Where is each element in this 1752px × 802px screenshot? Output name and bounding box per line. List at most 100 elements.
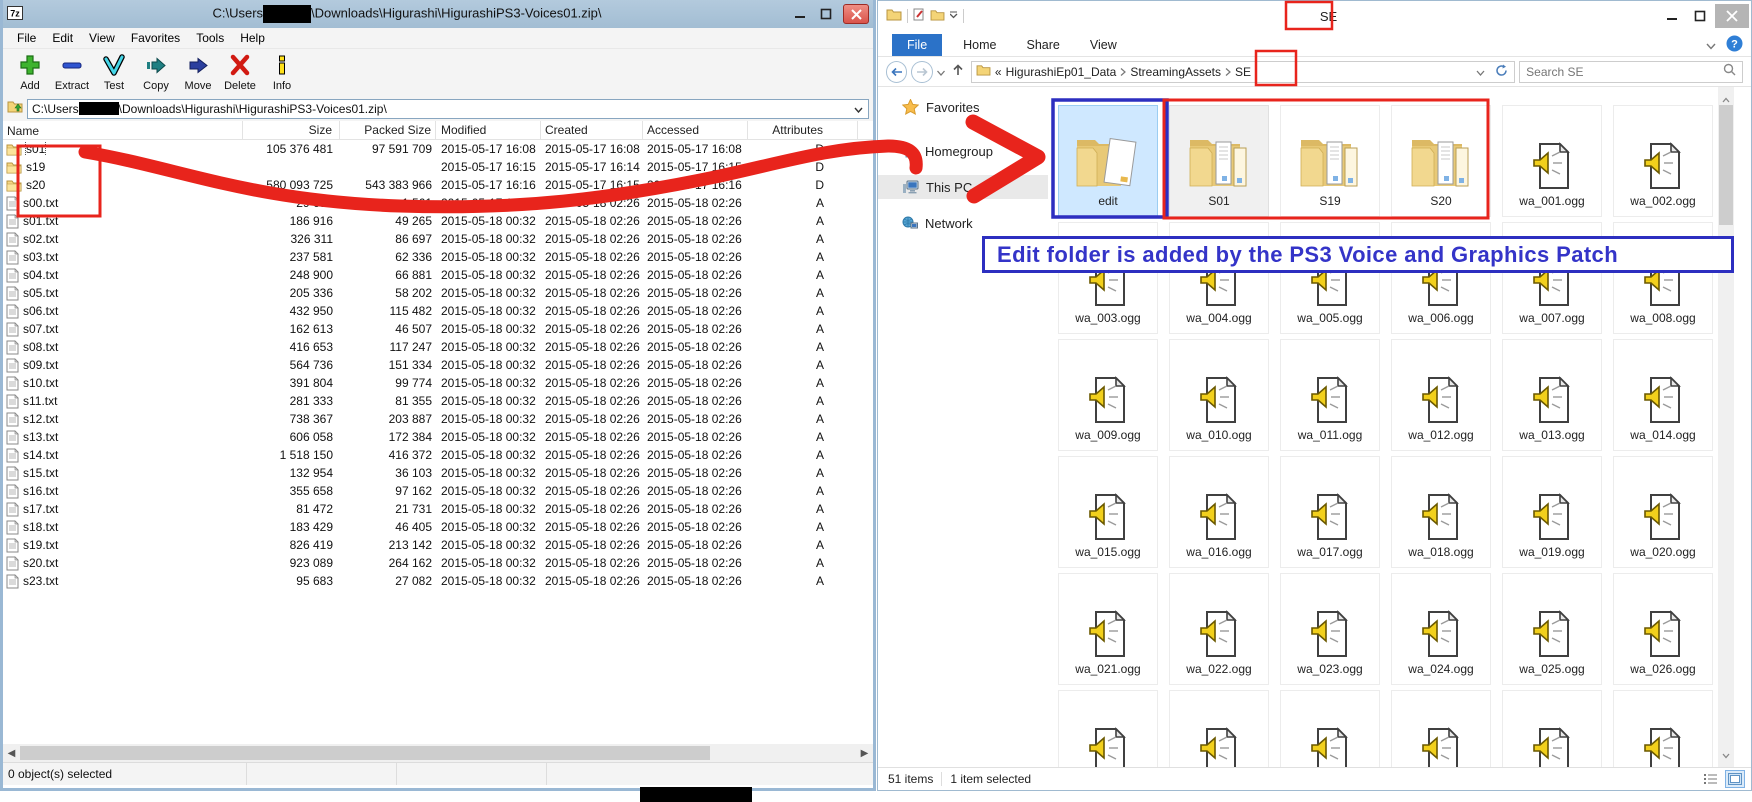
table-row[interactable]: s02.txt326 31186 6972015-05-18 00:322015… <box>3 230 873 248</box>
delete-button[interactable]: Delete <box>219 49 261 96</box>
refresh-icon[interactable] <box>1489 64 1514 80</box>
folder-up-icon[interactable] <box>7 99 23 118</box>
file-item[interactable]: wa_025.ogg <box>1502 573 1602 685</box>
recent-locations-icon[interactable] <box>937 63 945 81</box>
menu-item-help[interactable]: Help <box>232 29 273 47</box>
table-row[interactable]: s04.txt248 90066 8812015-05-18 00:322015… <box>3 266 873 284</box>
file-item[interactable] <box>1502 690 1602 767</box>
table-row[interactable]: s09.txt564 736151 3342015-05-18 00:32201… <box>3 356 873 374</box>
table-row[interactable]: s23.txt95 68327 0822015-05-18 00:322015-… <box>3 572 873 590</box>
table-row[interactable]: s12.txt738 367203 8872015-05-18 00:32201… <box>3 410 873 428</box>
table-row[interactable]: s20.txt923 089264 1622015-05-18 00:32201… <box>3 554 873 572</box>
file-item[interactable]: wa_016.ogg <box>1169 456 1269 568</box>
table-row[interactable]: s03.txt237 58162 3362015-05-18 00:322015… <box>3 248 873 266</box>
sidebar-item-this-pc[interactable]: This PC <box>878 175 1048 199</box>
menu-item-file[interactable]: File <box>9 29 44 47</box>
table-row[interactable]: s20580 093 725543 383 9662015-05-17 16:1… <box>3 176 873 194</box>
table-row[interactable]: s19.txt826 419213 1422015-05-18 00:32201… <box>3 536 873 554</box>
table-row[interactable]: s01105 376 48197 591 7092015-05-17 16:08… <box>3 140 873 158</box>
file-item[interactable]: wa_013.ogg <box>1502 339 1602 451</box>
file-item[interactable]: wa_023.ogg <box>1280 573 1380 685</box>
scroll-right-icon[interactable]: ▶ <box>856 748 873 759</box>
scrollbar-thumb[interactable] <box>20 746 710 760</box>
file-item[interactable]: wa_011.ogg <box>1280 339 1380 451</box>
file-item[interactable]: wa_026.ogg <box>1613 573 1713 685</box>
file-item[interactable] <box>1058 690 1158 767</box>
back-button[interactable] <box>886 61 907 83</box>
column-header-acc[interactable]: Accessed <box>643 121 748 139</box>
file-item[interactable]: wa_002.ogg <box>1613 105 1713 217</box>
menu-item-tools[interactable]: Tools <box>188 29 232 47</box>
address-dropdown-icon[interactable] <box>1476 65 1485 79</box>
table-row[interactable]: s17.txt81 47221 7312015-05-18 00:322015-… <box>3 500 873 518</box>
info-button[interactable]: Info <box>261 49 303 96</box>
file-item[interactable] <box>1169 690 1269 767</box>
file-item[interactable]: wa_012.ogg <box>1391 339 1491 451</box>
table-row[interactable]: s05.txt205 33658 2022015-05-18 00:322015… <box>3 284 873 302</box>
vertical-scrollbar[interactable] <box>1718 87 1734 767</box>
up-button[interactable] <box>949 63 967 81</box>
copy-button[interactable]: Copy <box>135 49 177 96</box>
table-row[interactable]: s10.txt391 80499 7742015-05-18 00:322015… <box>3 374 873 392</box>
tab-share[interactable]: Share <box>1012 34 1075 56</box>
folder-item[interactable]: S19 <box>1280 105 1380 217</box>
maximize-button[interactable] <box>813 4 839 24</box>
scroll-down-icon[interactable] <box>1722 746 1730 767</box>
table-row[interactable]: s192015-05-17 16:152015-05-17 16:142015-… <box>3 158 873 176</box>
column-header-mod[interactable]: Modified <box>436 121 541 139</box>
column-header-cre[interactable]: Created <box>541 121 643 139</box>
maximize-button[interactable] <box>1687 6 1713 26</box>
address-combobox[interactable]: C:\Users\Downloads\Higurashi\HigurashiPS… <box>27 99 869 119</box>
details-view-icon[interactable] <box>1701 770 1721 788</box>
breadcrumb-item[interactable]: StreamingAssets <box>1130 65 1221 79</box>
qat-customize-icon[interactable] <box>950 9 958 24</box>
properties-icon[interactable] <box>913 8 925 24</box>
table-row[interactable]: s08.txt416 653117 2472015-05-18 00:32201… <box>3 338 873 356</box>
table-row[interactable]: s15.txt132 95436 1032015-05-18 00:322015… <box>3 464 873 482</box>
table-row[interactable]: s13.txt606 058172 3842015-05-18 00:32201… <box>3 428 873 446</box>
test-button[interactable]: Test <box>93 49 135 96</box>
file-item[interactable]: wa_009.ogg <box>1058 339 1158 451</box>
search-input[interactable] <box>1526 65 1723 79</box>
move-button[interactable]: Move <box>177 49 219 96</box>
table-row[interactable]: s01.txt186 91649 2652015-05-18 00:322015… <box>3 212 873 230</box>
close-button[interactable] <box>1715 4 1749 28</box>
table-row[interactable]: s07.txt162 61346 5072015-05-18 00:322015… <box>3 320 873 338</box>
file-item[interactable]: wa_020.ogg <box>1613 456 1713 568</box>
file-item[interactable]: wa_019.ogg <box>1502 456 1602 568</box>
help-icon[interactable]: ? <box>1726 35 1743 57</box>
forward-button[interactable] <box>911 61 932 83</box>
minimize-button[interactable] <box>1659 6 1685 26</box>
breadcrumb-item[interactable]: HigurashiEp01_Data <box>1006 65 1117 79</box>
column-header-size[interactable]: Size <box>243 121 340 139</box>
file-item[interactable]: wa_001.ogg <box>1502 105 1602 217</box>
menu-item-view[interactable]: View <box>81 29 123 47</box>
tab-file[interactable]: File <box>892 34 942 56</box>
folder-item[interactable]: S20 <box>1391 105 1491 217</box>
scrollbar-thumb[interactable] <box>1719 105 1733 225</box>
table-row[interactable]: s16.txt355 65897 1622015-05-18 00:322015… <box>3 482 873 500</box>
search-box[interactable] <box>1519 61 1743 83</box>
file-item[interactable]: wa_018.ogg <box>1391 456 1491 568</box>
column-header-name[interactable]: Name <box>3 121 243 139</box>
minimize-button[interactable] <box>787 4 813 24</box>
breadcrumb[interactable]: «HigurashiEp01_DataStreamingAssetsSE <box>971 61 1515 83</box>
file-item[interactable] <box>1613 690 1713 767</box>
horizontal-scrollbar[interactable]: ◀ ▶ <box>3 744 873 762</box>
file-item[interactable]: wa_021.ogg <box>1058 573 1158 685</box>
table-row[interactable]: s06.txt432 950115 4822015-05-18 00:32201… <box>3 302 873 320</box>
file-item[interactable]: wa_024.ogg <box>1391 573 1491 685</box>
folder-icon[interactable] <box>886 8 902 24</box>
sidebar-item-network[interactable]: Network <box>878 211 1048 235</box>
search-icon[interactable] <box>1723 63 1736 81</box>
sidebar-item-favorites[interactable]: Favorites <box>878 95 1048 119</box>
scroll-left-icon[interactable]: ◀ <box>3 748 20 759</box>
table-row[interactable]: s11.txt281 33381 3552015-05-18 00:322015… <box>3 392 873 410</box>
file-item[interactable]: wa_017.ogg <box>1280 456 1380 568</box>
folder-item[interactable]: edit <box>1058 105 1158 217</box>
table-row[interactable]: s14.txt1 518 150416 3722015-05-18 00:322… <box>3 446 873 464</box>
file-item[interactable]: wa_015.ogg <box>1058 456 1158 568</box>
column-header-packed[interactable]: Packed Size <box>340 121 436 139</box>
tab-home[interactable]: Home <box>948 34 1011 56</box>
file-item[interactable] <box>1391 690 1491 767</box>
